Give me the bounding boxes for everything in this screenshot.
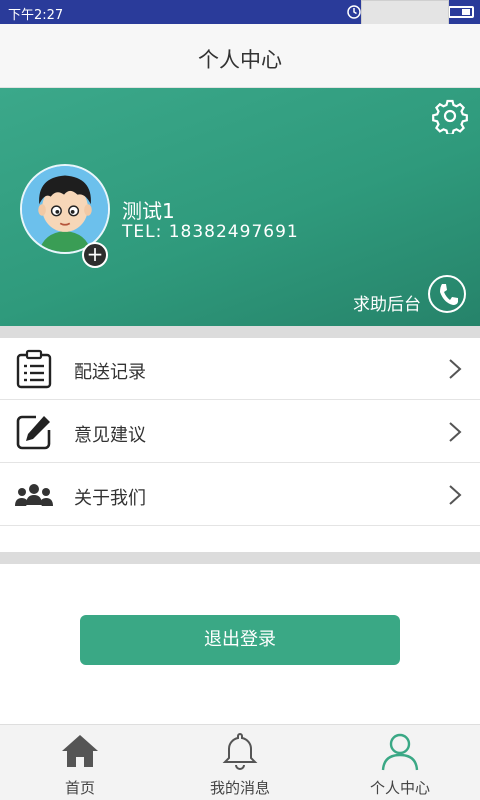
user-phone: TEL: 18382497691 xyxy=(122,222,299,242)
menu-item-label: 关于我们 xyxy=(74,488,146,509)
menu-item-delivery-records[interactable]: 配送记录 xyxy=(0,338,480,400)
tab-home[interactable]: 首页 xyxy=(0,725,160,800)
menu-item-label: 意见建议 xyxy=(74,425,146,446)
bottom-tab-bar: 首页 我的消息 个人中心 xyxy=(0,724,480,800)
tab-label: 个人中心 xyxy=(369,779,430,797)
edit-icon xyxy=(16,415,51,450)
tab-label: 我的消息 xyxy=(209,779,270,797)
chevron-right-icon xyxy=(449,359,462,379)
tab-profile[interactable]: 个人中心 xyxy=(320,725,480,800)
chevron-right-icon xyxy=(449,422,462,442)
phone-icon[interactable] xyxy=(427,274,467,314)
bell-icon xyxy=(222,732,258,770)
people-group-icon xyxy=(15,484,53,506)
clipboard-list-icon xyxy=(16,349,52,389)
section-divider xyxy=(0,326,480,338)
menu-item-feedback[interactable]: 意见建议 xyxy=(0,401,480,463)
page-title: 个人中心 xyxy=(198,48,282,72)
user-name: 测试1 xyxy=(122,199,175,223)
chevron-right-icon xyxy=(449,485,462,505)
tab-messages[interactable]: 我的消息 xyxy=(160,725,320,800)
logout-button[interactable]: 退出登录 xyxy=(80,615,400,665)
help-backend-label[interactable]: 求助后台 xyxy=(353,290,421,315)
alarm-icon xyxy=(347,5,361,19)
home-icon xyxy=(62,735,98,767)
menu-item-label: 配送记录 xyxy=(74,362,146,383)
avatar[interactable] xyxy=(20,164,110,254)
add-avatar-icon[interactable]: + xyxy=(82,242,108,268)
section-divider xyxy=(0,552,480,564)
gear-icon[interactable] xyxy=(432,98,468,134)
person-icon xyxy=(381,733,419,771)
menu-item-about-us[interactable]: 关于我们 xyxy=(0,464,480,526)
status-time: 下午2:27 xyxy=(8,8,64,23)
title-bar: 个人中心 xyxy=(0,24,480,88)
battery-icon xyxy=(448,6,474,18)
avatar-image xyxy=(20,164,110,254)
tab-label: 首页 xyxy=(64,779,95,797)
